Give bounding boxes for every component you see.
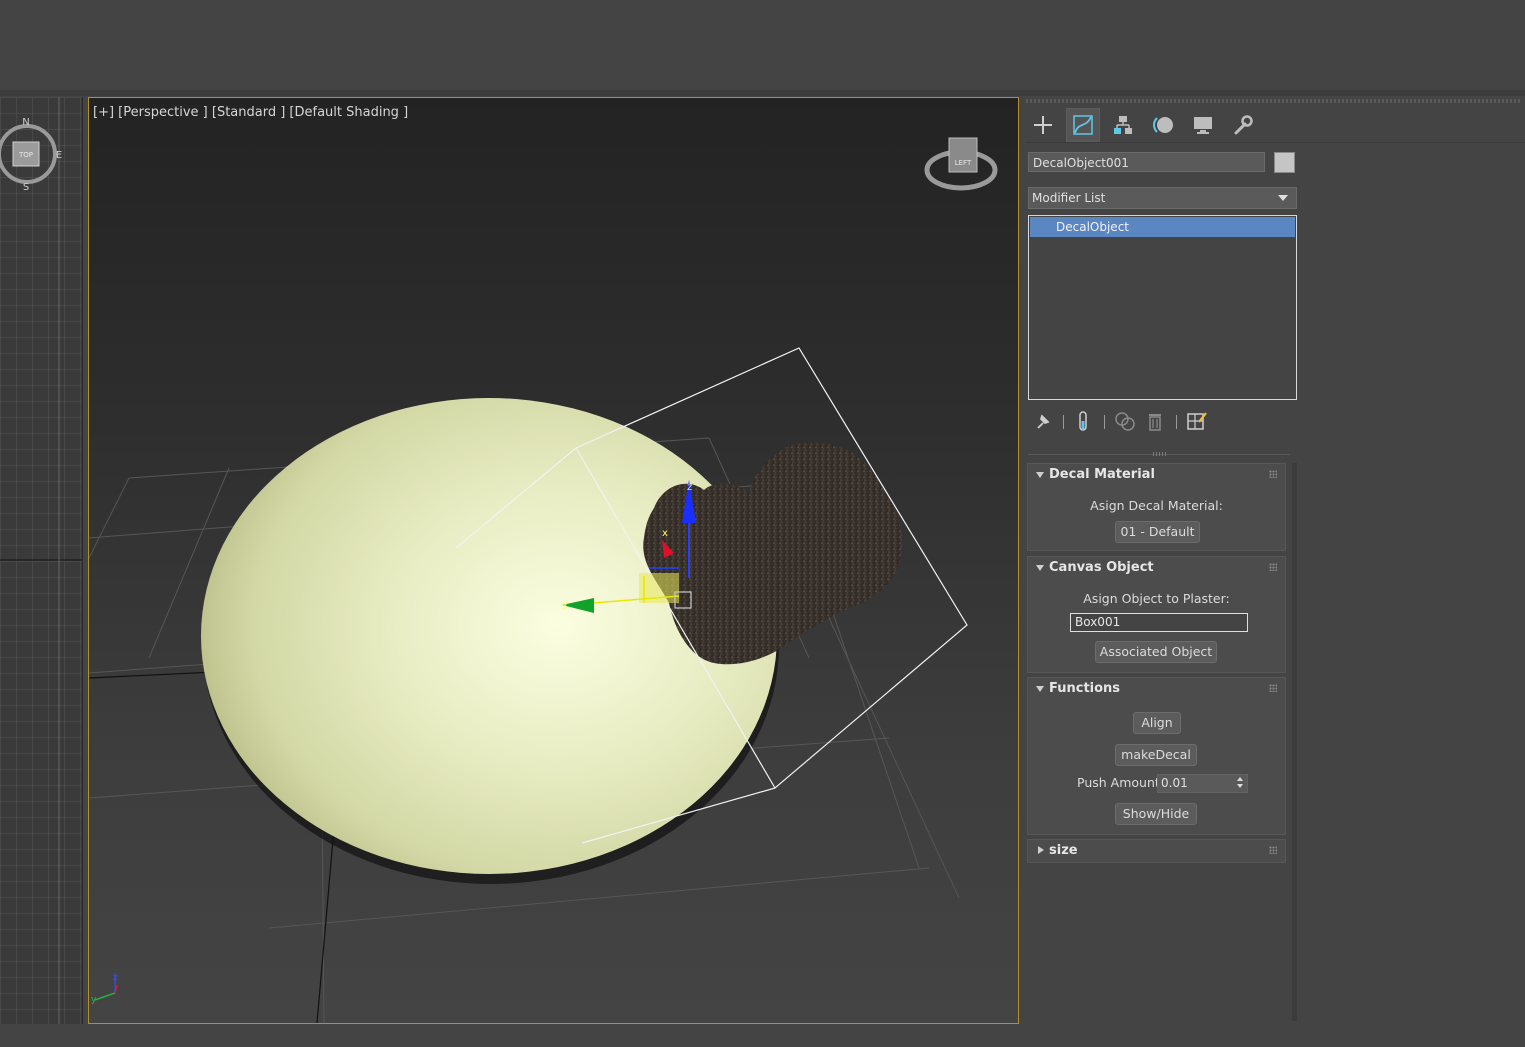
separator bbox=[1104, 415, 1105, 429]
separator bbox=[1176, 415, 1177, 429]
divider-grip[interactable] bbox=[1153, 452, 1167, 456]
separator bbox=[1063, 415, 1064, 429]
command-panel-tabs bbox=[1026, 108, 1525, 142]
drag-grip-icon[interactable] bbox=[1269, 684, 1277, 692]
svg-text:y: y bbox=[91, 995, 97, 1005]
expand-triangle-icon bbox=[1036, 686, 1044, 692]
rollout-canvas-object: Canvas Object Asign Object to Plaster: B… bbox=[1027, 556, 1286, 673]
left-viewport-grid: TOP N E S bbox=[0, 97, 82, 1024]
svg-text:x: x bbox=[662, 528, 668, 539]
pin-stack-button[interactable] bbox=[1030, 407, 1056, 435]
pin-icon bbox=[1037, 414, 1050, 429]
panel-scrollbar[interactable] bbox=[1292, 463, 1297, 1021]
make-unique-button[interactable] bbox=[1112, 407, 1138, 435]
display-tab[interactable] bbox=[1186, 108, 1220, 142]
configure-modifier-sets-button[interactable] bbox=[1184, 407, 1210, 435]
push-amount-label: Push Amount bbox=[1077, 775, 1160, 790]
svg-text:z: z bbox=[687, 482, 692, 493]
assign-decal-material-label: Asign Decal Material: bbox=[1090, 498, 1223, 513]
motion-tab[interactable] bbox=[1146, 108, 1180, 142]
svg-text:z: z bbox=[113, 973, 118, 983]
hierarchy-icon bbox=[1114, 116, 1132, 134]
collapsed-triangle-icon bbox=[1038, 846, 1044, 854]
stack-item-decalobject[interactable]: DecalObject bbox=[1030, 217, 1295, 237]
rollout-title: Decal Material bbox=[1049, 467, 1155, 482]
drag-grip-icon[interactable] bbox=[1269, 846, 1277, 854]
compass-north: N bbox=[22, 117, 29, 128]
compass-east: E bbox=[56, 150, 62, 161]
compass-south: S bbox=[23, 182, 29, 193]
plus-icon bbox=[1034, 116, 1052, 134]
rollout-header-functions[interactable]: Functions bbox=[1028, 678, 1285, 700]
modify-tab[interactable] bbox=[1066, 108, 1100, 142]
main-toolbar-area bbox=[0, 0, 1525, 91]
material-button[interactable]: 01 - Default bbox=[1115, 521, 1200, 543]
viewport-scene: z y x LEFT z y bbox=[89, 137, 998, 1023]
rollout-size: size bbox=[1027, 839, 1286, 863]
configure-sets-icon bbox=[1187, 412, 1207, 430]
hierarchy-tab[interactable] bbox=[1106, 108, 1140, 142]
remove-modifier-button[interactable] bbox=[1142, 407, 1168, 435]
compass-cube-face: TOP bbox=[18, 151, 33, 159]
show-hide-button[interactable]: Show/Hide bbox=[1115, 803, 1197, 825]
motion-icon bbox=[1153, 117, 1173, 133]
object-color-swatch[interactable] bbox=[1274, 152, 1295, 173]
push-amount-spinner[interactable]: 0.01 bbox=[1157, 774, 1248, 793]
modifier-list-label: Modifier List bbox=[1032, 191, 1106, 205]
show-end-result-button[interactable] bbox=[1070, 407, 1096, 435]
rollout-title: Canvas Object bbox=[1049, 560, 1154, 575]
make-unique-icon bbox=[1115, 412, 1135, 431]
svg-text:LEFT: LEFT bbox=[955, 159, 972, 167]
modify-curve-icon bbox=[1073, 115, 1093, 135]
spinner-up-icon[interactable] bbox=[1237, 777, 1243, 781]
rollout-decal-material: Decal Material Asign Decal Material: 01 … bbox=[1027, 463, 1286, 551]
make-decal-button[interactable]: makeDecal bbox=[1115, 744, 1197, 766]
utilities-tab[interactable] bbox=[1226, 108, 1260, 142]
wrench-icon bbox=[1234, 115, 1253, 135]
perspective-viewport[interactable]: z y x LEFT z y [+] [Perspective ] [Stand… bbox=[88, 97, 1019, 1024]
drag-grip-icon[interactable] bbox=[1269, 470, 1277, 478]
rollout-title: size bbox=[1049, 843, 1078, 858]
panel-grip[interactable] bbox=[1026, 99, 1521, 103]
left-viewport[interactable]: TOP N E S bbox=[0, 97, 83, 1024]
rollout-header-size[interactable]: size bbox=[1028, 840, 1285, 862]
test-tube-icon bbox=[1079, 411, 1087, 431]
chevron-down-icon bbox=[1278, 195, 1288, 201]
viewport-label-menu[interactable]: [+] [Perspective ] [Standard ] [Default … bbox=[93, 105, 408, 120]
command-panel: DecalObject001 Modifier List DecalObject bbox=[1022, 97, 1525, 1024]
modifier-stack[interactable]: DecalObject bbox=[1028, 215, 1297, 400]
world-axis-tripod: z y bbox=[91, 973, 118, 1005]
trash-icon bbox=[1149, 414, 1161, 431]
status-bar bbox=[0, 1024, 1525, 1047]
spinner-down-icon[interactable] bbox=[1237, 784, 1243, 788]
rollout-title: Functions bbox=[1049, 681, 1121, 696]
toolbar-shadow bbox=[0, 90, 1525, 96]
assign-object-label: Asign Object to Plaster: bbox=[1083, 591, 1230, 606]
associated-object-button[interactable]: Associated Object bbox=[1095, 641, 1217, 663]
svg-text:y: y bbox=[562, 599, 568, 610]
tabs-divider bbox=[1026, 142, 1525, 143]
rollout-functions: Functions Align makeDecal Push Amount 0.… bbox=[1027, 677, 1286, 835]
canvas-object-field[interactable]: Box001 bbox=[1070, 613, 1248, 632]
expand-triangle-icon bbox=[1036, 565, 1044, 571]
rollout-header-decal-material[interactable]: Decal Material bbox=[1028, 464, 1285, 486]
push-amount-value: 0.01 bbox=[1161, 776, 1188, 790]
monitor-icon bbox=[1194, 117, 1212, 134]
drag-grip-icon[interactable] bbox=[1269, 563, 1277, 571]
rollout-header-canvas-object[interactable]: Canvas Object bbox=[1028, 557, 1285, 579]
align-button[interactable]: Align bbox=[1133, 712, 1181, 734]
expand-triangle-icon bbox=[1036, 472, 1044, 478]
create-tab[interactable] bbox=[1026, 108, 1060, 142]
stack-toolbar bbox=[1028, 407, 1297, 437]
modifier-list-dropdown[interactable]: Modifier List bbox=[1028, 187, 1297, 209]
object-name-field[interactable]: DecalObject001 bbox=[1028, 152, 1265, 172]
viewcube-icon: LEFT bbox=[924, 137, 998, 191]
